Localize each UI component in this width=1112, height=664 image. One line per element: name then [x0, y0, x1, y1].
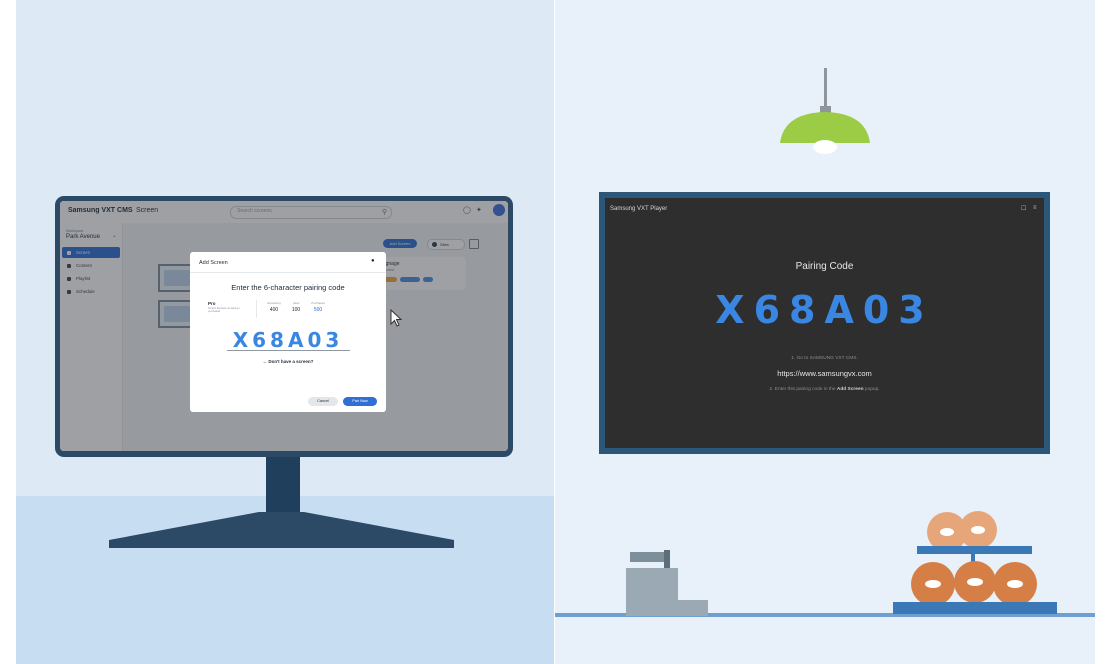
- plan-description: Screen licenses remaining / purchased: [208, 307, 240, 314]
- stat-value: 100: [291, 307, 301, 313]
- player-app-name: Samsung VXT Player: [610, 206, 668, 212]
- cash-register-icon: [626, 550, 708, 616]
- monitor-stand-neck: [266, 457, 300, 517]
- menu-icon[interactable]: ≡: [1033, 205, 1037, 211]
- input-underline: [227, 350, 350, 351]
- dialog-title: Add Screen: [199, 260, 228, 266]
- stat-label: Used: [292, 301, 300, 305]
- info-icon[interactable]: ☐: [1021, 205, 1026, 212]
- license-summary: Pro Screen licenses remaining / purchase…: [208, 299, 332, 320]
- instruction-step-2: 2. Enter this pairing code in the Add Sc…: [605, 387, 1044, 392]
- step2-bold: Add Screen: [836, 387, 864, 392]
- stat-label: Remaining: [267, 301, 281, 305]
- step2-suffix: popup.: [863, 387, 880, 392]
- add-screen-dialog: Add Screen ● Enter the 6-character pairi…: [190, 252, 386, 412]
- divider: [190, 272, 386, 273]
- stat-remaining: Remaining 400: [262, 301, 286, 313]
- stat-value: 500: [313, 307, 323, 313]
- pairing-code-input[interactable]: X68A03: [190, 328, 386, 352]
- step2-prefix: 2. Enter this pairing code in the: [769, 387, 837, 392]
- pair-now-button[interactable]: Pair Now: [343, 397, 377, 406]
- monitor-stand-base: [109, 512, 454, 548]
- pendant-lamp-icon: [780, 68, 870, 154]
- player-screen: Samsung VXT Player ☐ ≡ Pairing Code X68A…: [605, 198, 1044, 448]
- wall-display: Samsung VXT Player ☐ ≡ Pairing Code X68A…: [599, 192, 1050, 454]
- cms-url: https://www.samsungvx.com: [777, 369, 872, 378]
- pairing-label: Pairing Code: [795, 261, 854, 272]
- dialog-heading: Enter the 6-character pairing code: [231, 283, 345, 292]
- player-pairing-code: X68A03: [715, 288, 934, 332]
- cancel-button[interactable]: Cancel: [308, 397, 338, 406]
- stat-value: 400: [269, 307, 279, 313]
- mouse-cursor-icon: [390, 309, 403, 327]
- stat-used: Used 100: [284, 301, 308, 313]
- stat-purchased: Purchased 500: [306, 301, 330, 313]
- close-icon[interactable]: ●: [371, 258, 375, 264]
- cms-window: Samsung VXT CMS Screen Search screens ⚲ …: [60, 201, 508, 451]
- stat-label: Purchased: [311, 301, 325, 305]
- desktop-monitor: Samsung VXT CMS Screen Search screens ⚲ …: [55, 196, 513, 457]
- instruction-step-1: 1. Go to SAMSUNG VXT CMS.: [791, 356, 858, 361]
- divider: [256, 300, 257, 318]
- bagel-display-icon: [893, 511, 1057, 614]
- no-screen-link[interactable]: ← Don't have a screen?: [190, 359, 386, 364]
- no-screen-link-label: Don't have a screen?: [268, 359, 314, 364]
- plan-name: Pro: [208, 301, 216, 306]
